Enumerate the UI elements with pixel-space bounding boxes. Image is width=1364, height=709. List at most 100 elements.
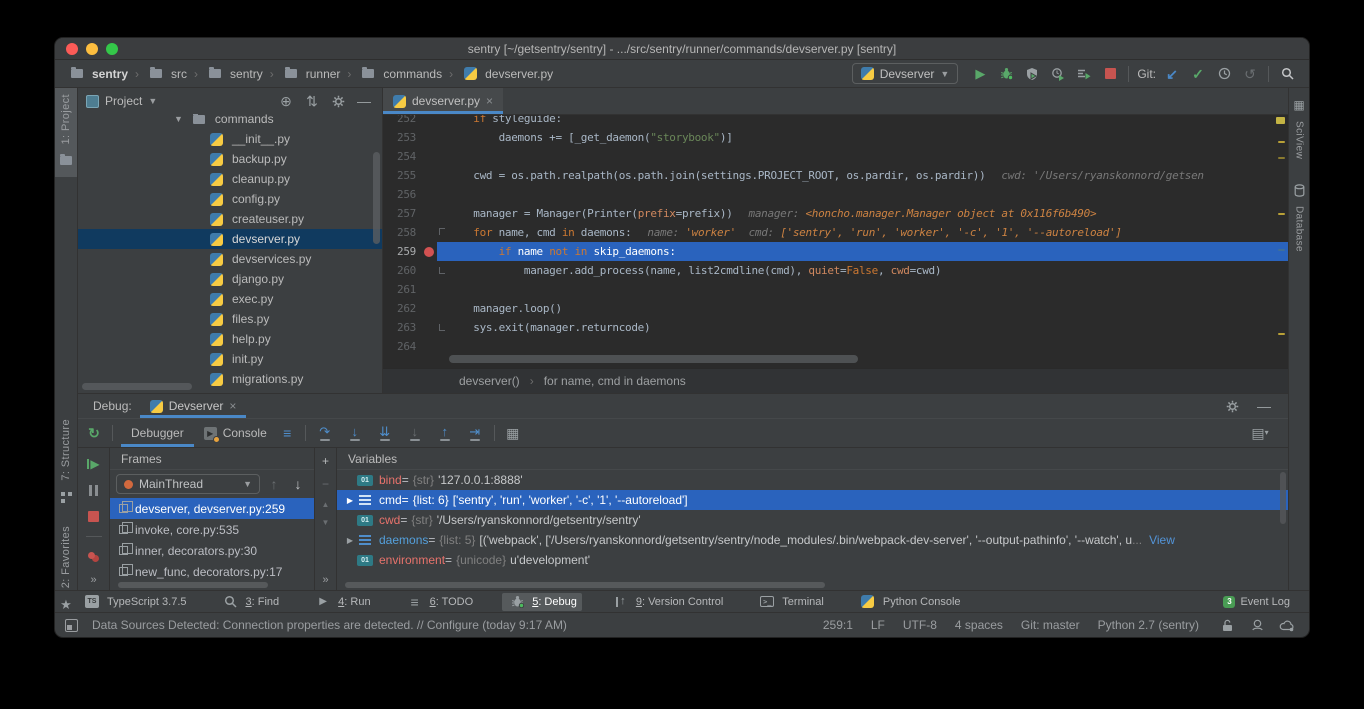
gutter[interactable]: [421, 299, 437, 318]
debug-icon[interactable]: [996, 63, 1016, 85]
line-number[interactable]: 256: [383, 185, 421, 204]
zoom-window-button[interactable]: [106, 43, 118, 55]
expand-caret-icon[interactable]: ▼: [174, 114, 183, 124]
gutter[interactable]: [421, 115, 437, 128]
toolwindow-button-terminal[interactable]: >_Terminal: [752, 593, 829, 611]
fold-marker-icon[interactable]: [439, 324, 445, 331]
rerun-icon[interactable]: ↻: [84, 422, 104, 444]
hide-panel-icon[interactable]: —: [1254, 395, 1274, 417]
view-breakpoints-icon[interactable]: [84, 547, 104, 563]
variable-row[interactable]: ▶cmd = {list: 6}['sentry', 'run', 'worke…: [337, 490, 1288, 510]
view-value-link[interactable]: View: [1149, 533, 1175, 547]
debug-tab-console[interactable]: ▶Console: [194, 419, 277, 447]
warning-stripe-mark[interactable]: [1278, 141, 1285, 143]
project-file[interactable]: backup.py: [78, 149, 382, 169]
line-number[interactable]: 257: [383, 204, 421, 223]
breadcrumb-item[interactable]: sentry: [67, 63, 128, 85]
tool-stripe----project[interactable]: 1: Project: [55, 88, 77, 177]
evaluate-expression-icon[interactable]: ▦: [503, 422, 523, 444]
gutter[interactable]: [421, 223, 437, 242]
line-number[interactable]: 262: [383, 299, 421, 318]
step-into-disabled-icon[interactable]: ↓: [404, 422, 426, 444]
run-with-coverage-icon[interactable]: [1022, 63, 1042, 85]
variables-horizontal-scrollbar[interactable]: [345, 582, 825, 588]
previous-frame-icon[interactable]: ↑: [264, 473, 284, 495]
status-caret-position[interactable]: 259:1: [823, 618, 853, 632]
project-file[interactable]: devservices.py: [78, 249, 382, 269]
move-down-icon[interactable]: ▼: [322, 518, 330, 527]
search-everywhere-icon[interactable]: [1277, 63, 1297, 85]
frames-horizontal-scrollbar[interactable]: [118, 582, 268, 588]
hector-icon[interactable]: [1247, 614, 1267, 636]
toolwindow-button-4--run[interactable]: ▶4: Run: [308, 593, 375, 611]
toolwindow-button-5--debug[interactable]: 5: Debug: [502, 593, 582, 611]
cloud-settings-icon[interactable]: [1277, 614, 1297, 636]
frame-row[interactable]: devserver, devserver.py:259: [110, 498, 314, 519]
tool-stripe-database[interactable]: Database: [1289, 173, 1309, 258]
gutter[interactable]: [421, 337, 437, 356]
warning-stripe-mark[interactable]: [1278, 157, 1285, 159]
gutter[interactable]: [421, 166, 437, 185]
toolwindow-button-typescript-3-7-5[interactable]: TSTypeScript 3.7.5: [77, 593, 192, 611]
restore-layout-icon[interactable]: ▤▾: [1250, 422, 1270, 444]
project-file[interactable]: django.py: [78, 269, 382, 289]
fold-marker-icon[interactable]: [439, 267, 445, 274]
gutter[interactable]: [421, 318, 437, 337]
line-number[interactable]: 258: [383, 223, 421, 242]
profile-icon[interactable]: [1048, 63, 1068, 85]
inspection-indicator[interactable]: [1276, 117, 1285, 124]
gear-icon[interactable]: [328, 90, 348, 112]
project-file[interactable]: help.py: [78, 329, 382, 349]
close-tab-icon[interactable]: ×: [486, 94, 493, 108]
force-step-into-icon[interactable]: ⇊: [374, 422, 396, 444]
breadcrumb-item[interactable]: src: [146, 63, 187, 85]
gutter[interactable]: [421, 128, 437, 147]
commit-icon[interactable]: ✓: [1188, 63, 1208, 85]
project-file[interactable]: cleanup.py: [78, 169, 382, 189]
update-project-icon[interactable]: ↙: [1162, 63, 1182, 85]
collapse-all-icon[interactable]: ⇅: [302, 90, 322, 112]
frame-row[interactable]: invoke, core.py:535: [110, 519, 314, 540]
stop-icon[interactable]: [1100, 63, 1120, 85]
frame-row[interactable]: inner, decorators.py:30: [110, 540, 314, 561]
project-file[interactable]: exec.py: [78, 289, 382, 309]
breadcrumb-item[interactable]: sentry: [205, 63, 263, 85]
status-indent-style[interactable]: 4 spaces: [955, 618, 1003, 632]
toolwindow-button-python-console[interactable]: Python Console: [853, 593, 966, 611]
next-frame-icon[interactable]: ↓: [288, 473, 308, 495]
move-up-icon[interactable]: ▲: [322, 500, 330, 509]
fold-marker-icon[interactable]: [439, 228, 445, 235]
more-actions-icon[interactable]: »: [90, 574, 96, 586]
debug-tab-debugger[interactable]: Debugger: [121, 419, 194, 447]
status-file-encoding[interactable]: UTF-8: [903, 618, 937, 632]
gutter[interactable]: [421, 242, 437, 261]
step-out-icon[interactable]: ↑: [434, 422, 456, 444]
variables-vertical-scrollbar[interactable]: [1280, 472, 1286, 524]
project-horizontal-scrollbar[interactable]: [82, 383, 192, 390]
expand-variable-icon[interactable]: ▶: [343, 536, 357, 545]
toolwindow-button-3--find[interactable]: 3: Find: [216, 593, 285, 611]
breadcrumb-statement[interactable]: for name, cmd in daemons: [544, 374, 686, 388]
show-history-icon[interactable]: [1214, 63, 1234, 85]
tool-stripe-sciview[interactable]: ▦SciView: [1289, 88, 1309, 165]
toolwindow-button-event-log[interactable]: 3Event Log: [1218, 593, 1295, 611]
line-number[interactable]: 254: [383, 147, 421, 166]
project-file[interactable]: init.py: [78, 349, 382, 369]
resume-icon[interactable]: ▶: [84, 456, 104, 472]
pause-icon[interactable]: [84, 483, 104, 499]
gutter[interactable]: [421, 185, 437, 204]
expand-variable-icon[interactable]: ▶: [343, 496, 357, 505]
run-to-cursor-icon[interactable]: ⇥: [464, 422, 486, 444]
toolwindow-toggle-icon[interactable]: [65, 619, 78, 632]
gutter[interactable]: [421, 261, 437, 280]
layout-options-icon[interactable]: ≡: [277, 422, 297, 444]
gutter[interactable]: [421, 147, 437, 166]
more-actions-icon[interactable]: »: [322, 574, 328, 586]
line-number[interactable]: 261: [383, 280, 421, 299]
tool-stripe----structure[interactable]: 7: Structure: [55, 413, 77, 514]
project-file[interactable]: config.py: [78, 189, 382, 209]
close-tab-icon[interactable]: ×: [229, 399, 236, 413]
breadcrumb-item[interactable]: devserver.py: [460, 63, 553, 85]
status-python-interpreter[interactable]: Python 2.7 (sentry): [1098, 618, 1199, 632]
debug-session-tab[interactable]: Devserver ×: [140, 394, 247, 418]
